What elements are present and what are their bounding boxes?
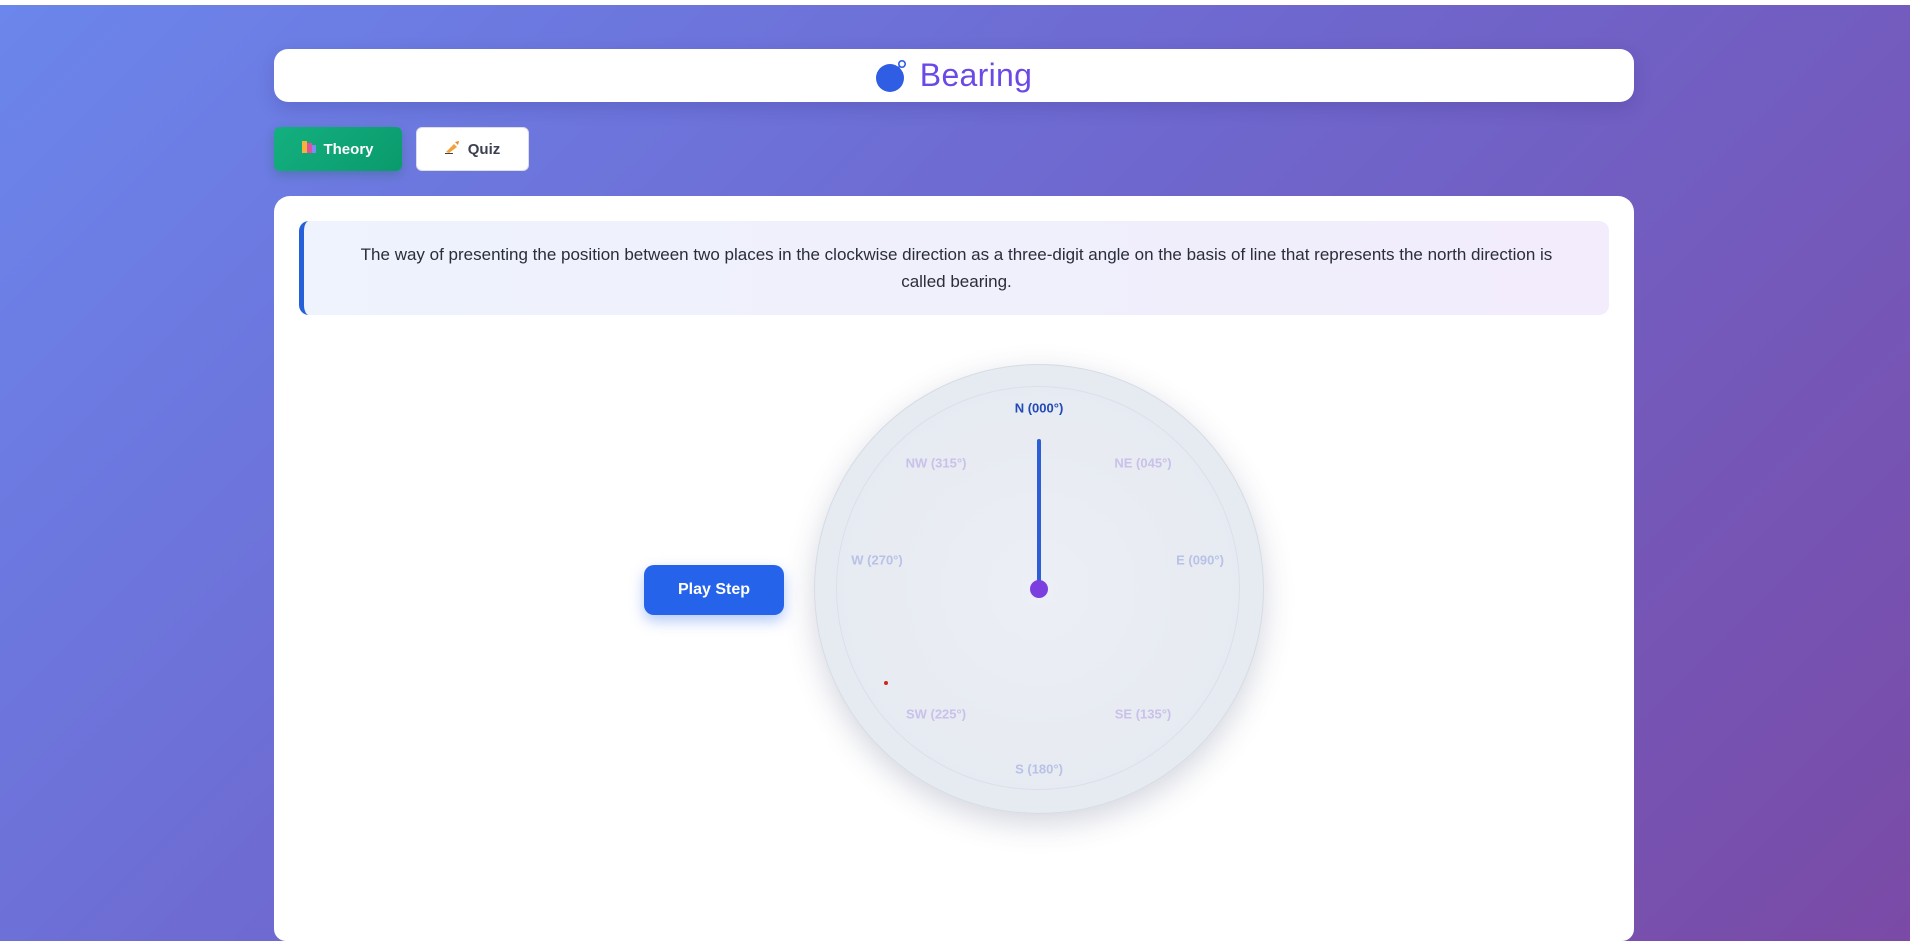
page-title: Bearing	[919, 57, 1033, 93]
writing-hand-icon	[444, 140, 461, 158]
play-step-button[interactable]: Play Step	[644, 565, 784, 615]
compass-needle	[1037, 439, 1041, 589]
compass-dial: N (000°) NE (045°) E (090°) SE (135°) S …	[814, 364, 1264, 814]
tab-bar: Theory Quiz	[274, 127, 529, 171]
definition-box: The way of presenting the position betwe…	[299, 221, 1609, 315]
compass-globe-icon	[875, 59, 908, 93]
tab-quiz-label: Quiz	[467, 140, 501, 158]
app-header: Bearing	[274, 49, 1634, 102]
compass-pivot	[1030, 580, 1048, 598]
position-marker	[884, 681, 888, 685]
definition-text: The way of presenting the position betwe…	[360, 245, 1553, 291]
tab-quiz[interactable]: Quiz	[416, 127, 529, 171]
direction-label-s: S (180°)	[1015, 761, 1063, 777]
content-panel: The way of presenting the position betwe…	[274, 196, 1634, 941]
top-strip	[0, 0, 1910, 5]
direction-label-e: E (090°)	[1176, 552, 1224, 568]
direction-label-n: N (000°)	[1014, 400, 1064, 416]
direction-label-w: W (270°)	[851, 552, 903, 568]
tab-theory[interactable]: Theory	[274, 127, 402, 171]
direction-label-ne: NE (045°)	[1114, 455, 1172, 471]
direction-label-nw: NW (315°)	[905, 455, 967, 471]
tab-theory-label: Theory	[323, 140, 374, 158]
books-icon	[302, 140, 317, 158]
direction-label-se: SE (135°)	[1114, 706, 1172, 722]
direction-label-sw: SW (225°)	[905, 706, 967, 722]
